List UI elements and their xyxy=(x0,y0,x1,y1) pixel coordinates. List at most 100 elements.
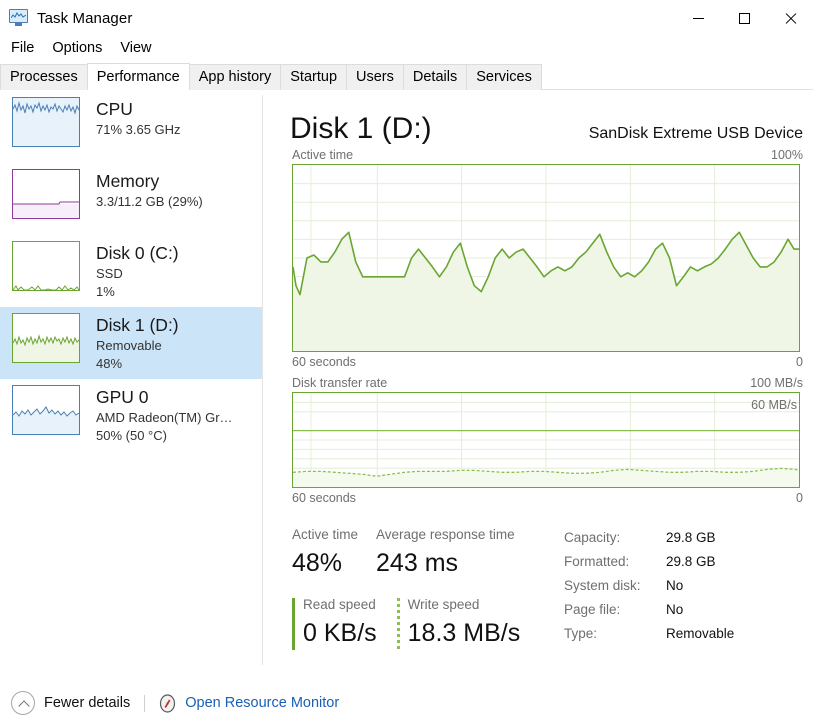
sidebar-gpu0-sub1: AMD Radeon(TM) Gr… xyxy=(96,410,233,425)
minimize-icon xyxy=(692,17,704,19)
menu-options[interactable]: Options xyxy=(43,37,111,59)
menu-file[interactable]: File xyxy=(2,37,43,59)
stat-active-time-label: Active time xyxy=(292,527,359,542)
sidebar-disk1-sub1: Removable xyxy=(96,338,162,353)
sidebar-cpu-title: CPU xyxy=(96,99,133,119)
open-resource-monitor-link[interactable]: Open Resource Monitor xyxy=(185,695,339,711)
menu-bar: File Options View xyxy=(0,37,161,59)
fewer-details-button[interactable] xyxy=(11,691,35,715)
tab-startup[interactable]: Startup xyxy=(280,64,348,90)
maximize-icon xyxy=(738,12,750,24)
disk1-mini-graph xyxy=(12,313,80,363)
active-time-x-right: 0 xyxy=(796,355,803,369)
stat-active-time-value: 48% xyxy=(292,549,343,577)
sidebar-memory-title: Memory xyxy=(96,171,160,191)
write-speed-color-bar xyxy=(396,598,400,650)
sidebar-gpu0-title: GPU 0 xyxy=(96,387,149,407)
menu-view[interactable]: View xyxy=(111,37,160,59)
device-name: SanDisk Extreme USB Device xyxy=(588,125,803,142)
close-button[interactable] xyxy=(767,0,813,36)
stats-row-primary: Active time 48% Average response time 24… xyxy=(292,525,564,581)
task-manager-icon xyxy=(9,9,29,27)
active-time-graph-max: 100% xyxy=(771,148,803,162)
detail-type-value: Removable xyxy=(666,626,735,641)
sidebar-item-gpu0[interactable]: GPU 0 AMD Radeon(TM) Gr… 50% (50 °C) xyxy=(0,379,262,451)
stat-read-speed-value: 0 KB/s xyxy=(303,619,377,647)
detail-page-file-key: Page file: xyxy=(564,602,621,617)
detail-system-disk-key: System disk: xyxy=(564,578,641,593)
footer-divider xyxy=(144,694,146,712)
disk0-mini-graph xyxy=(12,241,80,291)
tab-details[interactable]: Details xyxy=(402,64,468,90)
detail-system-disk: System disk: No xyxy=(564,574,734,598)
sidebar-disk1-title: Disk 1 (D:) xyxy=(96,315,179,335)
active-time-graph-header: Active time 100% xyxy=(263,148,813,164)
detail-type-key: Type: xyxy=(564,626,598,641)
sidebar-disk0-sub2: 1% xyxy=(96,284,115,299)
tab-performance[interactable]: Performance xyxy=(86,63,190,90)
tab-bar: Processes Performance App history Startu… xyxy=(0,63,813,90)
cpu-mini-graph xyxy=(12,97,80,147)
window-controls xyxy=(675,0,813,36)
detail-formatted: Formatted: 29.8 GB xyxy=(564,550,734,574)
transfer-rate-x-right: 0 xyxy=(796,491,803,505)
active-time-graph-axis: 60 seconds 0 xyxy=(263,352,813,371)
active-time-graph[interactable] xyxy=(292,164,800,352)
sidebar-item-disk1[interactable]: Disk 1 (D:) Removable 48% xyxy=(0,307,262,379)
stat-read-speed-label: Read speed xyxy=(303,597,376,612)
performance-sidebar: CPU 71% 3.65 GHz Memory 3.3/11.2 GB (29%… xyxy=(0,91,262,666)
chevron-up-icon xyxy=(19,699,28,708)
gpu0-mini-graph xyxy=(12,385,80,435)
sidebar-item-memory[interactable]: Memory 3.3/11.2 GB (29%) xyxy=(0,163,262,235)
sidebar-memory-sub: 3.3/11.2 GB (29%) xyxy=(96,194,203,209)
stats-row-speeds: Read speed 0 KB/s Write speed 18.3 MB/s xyxy=(292,595,564,651)
close-icon xyxy=(784,12,797,25)
detail-capacity: Capacity: 29.8 GB xyxy=(564,526,734,550)
stat-write-speed-label: Write speed xyxy=(407,597,480,612)
transfer-rate-scale-tag: 60 MB/s xyxy=(751,398,797,412)
transfer-rate-graph[interactable] xyxy=(292,392,800,488)
stat-write-speed: Write speed 18.3 MB/s xyxy=(396,595,541,651)
stat-avg-response-label: Average response time xyxy=(376,527,515,542)
transfer-rate-graph-axis: 60 seconds 0 xyxy=(263,488,813,507)
tab-users[interactable]: Users xyxy=(346,64,404,90)
stat-active-time: Active time 48% xyxy=(292,525,376,581)
tab-app-history[interactable]: App history xyxy=(188,64,282,90)
detail-formatted-value: 29.8 GB xyxy=(666,554,716,569)
window-title: Task Manager xyxy=(37,9,133,27)
active-time-x-left: 60 seconds xyxy=(292,355,356,369)
title-bar: Task Manager xyxy=(0,0,813,36)
transfer-rate-x-left: 60 seconds xyxy=(292,491,356,505)
detail-header: Disk 1 (D:) SanDisk Extreme USB Device xyxy=(263,91,813,148)
fewer-details-label[interactable]: Fewer details xyxy=(44,695,130,711)
transfer-rate-graph-wrap: 60 MB/s xyxy=(263,392,813,488)
transfer-rate-graph-header: Disk transfer rate 100 MB/s xyxy=(263,371,813,392)
sidebar-disk1-sub2: 48% xyxy=(96,356,123,371)
resource-monitor-icon xyxy=(160,693,176,713)
maximize-button[interactable] xyxy=(721,0,767,36)
tab-processes[interactable]: Processes xyxy=(0,64,88,90)
tab-services[interactable]: Services xyxy=(466,64,542,90)
sidebar-disk0-sub1: SSD xyxy=(96,266,123,281)
detail-capacity-value: 29.8 GB xyxy=(666,530,716,545)
sidebar-item-disk0[interactable]: Disk 0 (C:) SSD 1% xyxy=(0,235,262,307)
minimize-button[interactable] xyxy=(675,0,721,36)
sidebar-cpu-sub: 71% 3.65 GHz xyxy=(96,122,181,137)
stat-write-speed-value: 18.3 MB/s xyxy=(407,619,521,647)
detail-system-disk-value: No xyxy=(666,578,684,593)
page-title: Disk 1 (D:) xyxy=(290,112,432,145)
stat-avg-response-value: 243 ms xyxy=(376,549,459,577)
active-time-graph-wrap xyxy=(263,164,813,352)
transfer-rate-graph-max: 100 MB/s xyxy=(750,376,803,390)
sidebar-gpu0-sub2: 50% (50 °C) xyxy=(96,428,167,443)
performance-detail-pane: Disk 1 (D:) SanDisk Extreme USB Device A… xyxy=(263,91,813,666)
active-time-graph-label: Active time xyxy=(292,148,354,162)
detail-formatted-key: Formatted: xyxy=(564,554,630,569)
detail-page-file-value: No xyxy=(666,602,684,617)
stats-right-column: Capacity: 29.8 GB Formatted: 29.8 GB Sys… xyxy=(564,525,734,651)
read-speed-color-bar xyxy=(292,598,295,650)
stats-left-column: Active time 48% Average response time 24… xyxy=(292,525,564,651)
detail-type: Type: Removable xyxy=(564,622,734,646)
sidebar-item-cpu[interactable]: CPU 71% 3.65 GHz xyxy=(0,91,262,163)
stat-read-speed: Read speed 0 KB/s xyxy=(292,595,397,651)
